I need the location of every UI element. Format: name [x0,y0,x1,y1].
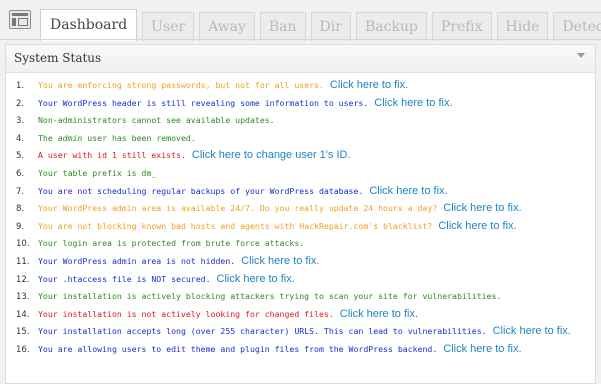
item-number: 2. [16,98,25,109]
tab-prefix[interactable]: Prefix [431,12,492,41]
fix-link[interactable]: Click here to fix. [330,79,408,91]
status-item: 12. Your .htaccess file is NOT secured. Cl… [6,271,595,289]
dashboard-layout-icon [9,10,31,29]
item-number: 16. [16,344,30,355]
item-number: 3. [16,116,25,127]
item-number: 15. [16,327,30,338]
status-message: You are enforcing strong passwords, but … [38,80,324,90]
fix-link[interactable]: Click here to fix. [493,325,571,337]
status-message: You are not blocking known bad hosts and… [38,220,433,231]
item-number: 4. [16,133,25,144]
item-number: 13. [16,292,30,303]
item-number: 1. [16,81,25,91]
item-number: 11. [16,256,30,267]
status-item: 11. Your WordPress admin area is not hidd… [6,253,595,271]
tab-bar: Dashboard User Away Ban Dir Backup Prefi… [40,9,601,41]
status-message: Your WordPress header is still revealing… [38,97,369,108]
status-item: 8. Your WordPress admin area is available… [6,200,595,218]
status-message: Non-administrators cannot see available … [38,115,275,126]
tab-backup[interactable]: Backup [355,12,427,41]
item-number: 7. [16,186,25,197]
status-message: A user with id 1 still exists. [38,150,186,161]
tab-user[interactable]: User [142,12,195,41]
status-item: 9. You are not blocking known bad hosts a… [6,218,595,236]
fix-link[interactable]: Click here to fix. [374,97,452,109]
status-item: 15. Your installation accepts long (over … [6,323,595,341]
status-item: 5. A user with id 1 still exists. Click he… [6,147,595,165]
tab-away[interactable]: Away [199,12,255,41]
fix-link[interactable]: Click here to change user 1's ID. [192,149,351,161]
top-bar: Dashboard User Away Ban Dir Backup Prefi… [0,0,601,41]
tab-dashboard[interactable]: Dashboard [40,9,138,41]
fix-link[interactable]: Click here to fix. [241,255,319,267]
item-number: 12. [16,274,30,285]
fix-link[interactable]: Click here to fix. [438,220,516,232]
status-item: 2. Your WordPress header is still reveali… [6,95,595,113]
status-message: Your installation is not actively lookin… [38,308,334,319]
panel-title: System Status [14,51,102,65]
status-item: 6. Your table prefix is dm_ [6,165,595,183]
status-item: 16. You are allowing users to edit theme … [6,341,595,359]
status-item: 7. You are not scheduling regular backups… [6,183,595,201]
fix-link[interactable]: Click here to fix. [443,343,521,355]
status-message: Your installation accepts long (over 255… [38,326,487,337]
status-item: 13. Your installation is actively blockin… [6,288,595,306]
status-message: Your .htaccess file is NOT secured. [38,273,211,284]
status-item: 4. The admin user has been removed. [6,130,595,148]
fix-link[interactable]: Click here to fix. [443,202,521,214]
status-item: 3. Non-administrators cannot see availabl… [6,112,595,130]
message-text: The [38,132,58,143]
item-number: 10. [16,239,30,250]
tab-detect[interactable]: Detect [553,12,601,41]
message-text: user has been removed. [82,132,196,143]
fix-link[interactable]: Click here to fix. [217,273,295,285]
system-status-panel: System Status 1. You are enforcing strong… [5,44,596,384]
tab-ban[interactable]: Ban [259,12,306,41]
tab-hide[interactable]: Hide [496,12,549,41]
item-number: 14. [16,309,30,320]
status-message: You are allowing users to edit theme and… [38,343,438,354]
tab-dir[interactable]: Dir [310,12,351,41]
status-message: Your WordPress admin area is not hidden. [38,255,236,266]
status-message: Your WordPress admin area is available 2… [38,203,438,214]
item-number: 9. [16,221,25,232]
status-item: 14. Your installation is not actively loo… [6,306,595,324]
item-number: 8. [16,204,25,215]
status-message: You are not scheduling regular backups o… [38,185,364,196]
status-message: Your table prefix is dm_ [38,167,157,178]
message-emphasis: admin [57,132,83,143]
status-item: 10. Your login area is protected from bru… [6,235,595,253]
collapse-arrow-icon[interactable] [577,53,585,58]
status-message: Your login area is protected from brute … [38,238,305,249]
status-item: 1. You are enforcing strong passwords, bu… [6,77,595,95]
status-message: The admin user has been removed. [38,133,196,143]
panel-header[interactable]: System Status [6,45,595,73]
fix-link[interactable]: Click here to fix. [369,185,447,197]
tab-divider [0,39,601,40]
fix-link[interactable]: Click here to fix. [340,308,418,320]
item-number: 5. [16,151,25,162]
status-list: 1. You are enforcing strong passwords, bu… [6,73,595,359]
item-number: 6. [16,168,25,179]
status-message: Your installation is actively blocking a… [38,291,502,302]
